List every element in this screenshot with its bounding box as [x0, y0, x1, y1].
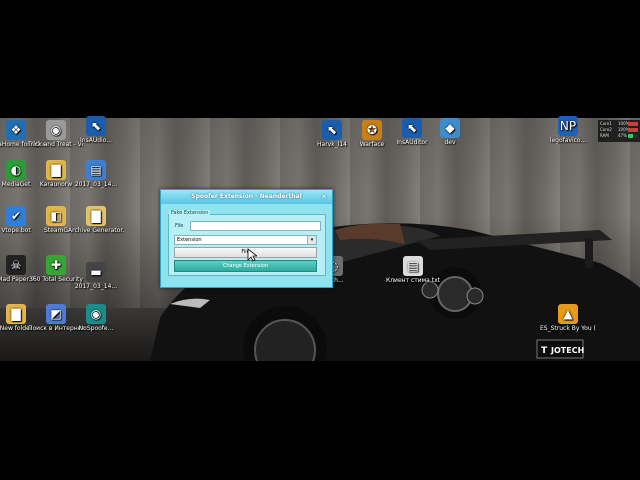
mouse-cursor-icon: [247, 248, 257, 262]
folder-icon[interactable]: ▇: [86, 206, 106, 226]
app-icon[interactable]: ✔: [6, 206, 26, 226]
app-icon[interactable]: ◩: [46, 304, 66, 324]
group-title: Fake Extension: [169, 210, 211, 217]
file-label: File: [175, 223, 184, 229]
spoiler-post: [585, 238, 593, 268]
app-icon[interactable]: ◧: [46, 206, 66, 226]
app-icon[interactable]: ◉: [86, 304, 106, 324]
file-path-input[interactable]: [190, 221, 321, 231]
desktop-shortcut-label: Archive Generator...: [68, 227, 124, 234]
app-icon[interactable]: ▲: [558, 304, 578, 324]
cpu-usage-fill: [628, 134, 633, 138]
taillight-2: [466, 287, 484, 305]
cpu-usage-bar: [628, 128, 638, 132]
app-icon[interactable]: ✪: [362, 120, 382, 140]
app-icon[interactable]: ⬉: [86, 116, 106, 136]
cpu-usage-bar: [628, 134, 638, 138]
cpu-row-percent: 47%: [618, 133, 627, 138]
plate-badge: T: [541, 346, 548, 356]
dialog-titlebar[interactable]: Spoofer Extension - Neanderthal ✕: [161, 190, 332, 204]
cpu-row: RAM 47%: [600, 133, 638, 139]
app-icon[interactable]: ⬉: [402, 118, 422, 138]
app-icon[interactable]: ☠: [6, 255, 26, 275]
taillight-1: [421, 281, 439, 299]
file-button[interactable]: File: [174, 247, 317, 258]
desktop-shortcut-label: 2017_03_14...: [74, 283, 118, 290]
app-icon[interactable]: ❖: [6, 120, 26, 140]
close-icon[interactable]: ✕: [319, 192, 329, 202]
desktop-shortcut[interactable]: ⬉ InsAUdio...: [68, 116, 124, 144]
desktop-shortcut-label: Клиент стима.txt: [385, 277, 441, 284]
desktop-shortcut[interactable]: ▤ Клиент стима.txt: [385, 256, 441, 284]
desktop-shortcut-label: dev: [444, 139, 456, 146]
desktop-shortcut-label: ES_Struck By You (Ahlst...: [540, 325, 596, 332]
cpu-usage-bar: [628, 122, 638, 126]
app-icon[interactable]: ◉: [46, 120, 66, 140]
folder-icon[interactable]: ▇: [46, 160, 66, 180]
cpu-usage-fill: [628, 128, 638, 132]
app-icon[interactable]: ⬉: [322, 120, 342, 140]
plate-text: JOTECH: [550, 346, 584, 355]
cpu-row-name: RAM: [600, 133, 609, 138]
app-icon[interactable]: NP: [558, 116, 578, 136]
desktop-shortcut-label: InsAUdio...: [80, 137, 112, 144]
app-icon[interactable]: ◐: [6, 160, 26, 180]
extension-select[interactable]: Extension ▾: [174, 235, 317, 245]
desktop-shortcut[interactable]: ▬ 2017_03_14...: [68, 262, 124, 290]
desktop-shortcut[interactable]: ▲ES_Struck By You (Ahlst...: [540, 304, 596, 332]
desktop-shortcut-label: NoSpoofe...: [78, 325, 114, 332]
folder-icon[interactable]: ▇: [6, 304, 26, 324]
desktop-shortcut[interactable]: ◆ dev: [422, 118, 478, 146]
desktop-shortcut[interactable]: NP legofavico...: [540, 116, 596, 144]
dialog-title: Spoofer Extension - Neanderthal: [191, 193, 302, 200]
file-icon[interactable]: ▬: [86, 262, 106, 282]
cpu-usage-fill: [628, 122, 638, 126]
chevron-down-icon[interactable]: ▾: [307, 236, 316, 244]
file-icon[interactable]: ▤: [403, 256, 423, 276]
change-extension-button[interactable]: Change Extension: [174, 260, 317, 272]
desktop-shortcut[interactable]: ▇ Archive Generator...: [68, 206, 124, 234]
app-icon[interactable]: ◆: [440, 118, 460, 138]
extension-select-value: Extension: [177, 237, 202, 243]
desktop-shortcut[interactable]: ◉ NoSpoofe...: [68, 304, 124, 332]
desktop-shortcut[interactable]: ▤ 2017_03_14...: [68, 160, 124, 188]
desktop-shortcut-label: legofavico...: [549, 137, 587, 144]
cpu-monitor-widget: Core1 100% Core2 100% RAM 47%: [598, 120, 640, 142]
app-icon[interactable]: ✚: [46, 255, 66, 275]
file-icon[interactable]: ▤: [86, 160, 106, 180]
desktop-shortcut-label: 2017_03_14...: [74, 181, 118, 188]
